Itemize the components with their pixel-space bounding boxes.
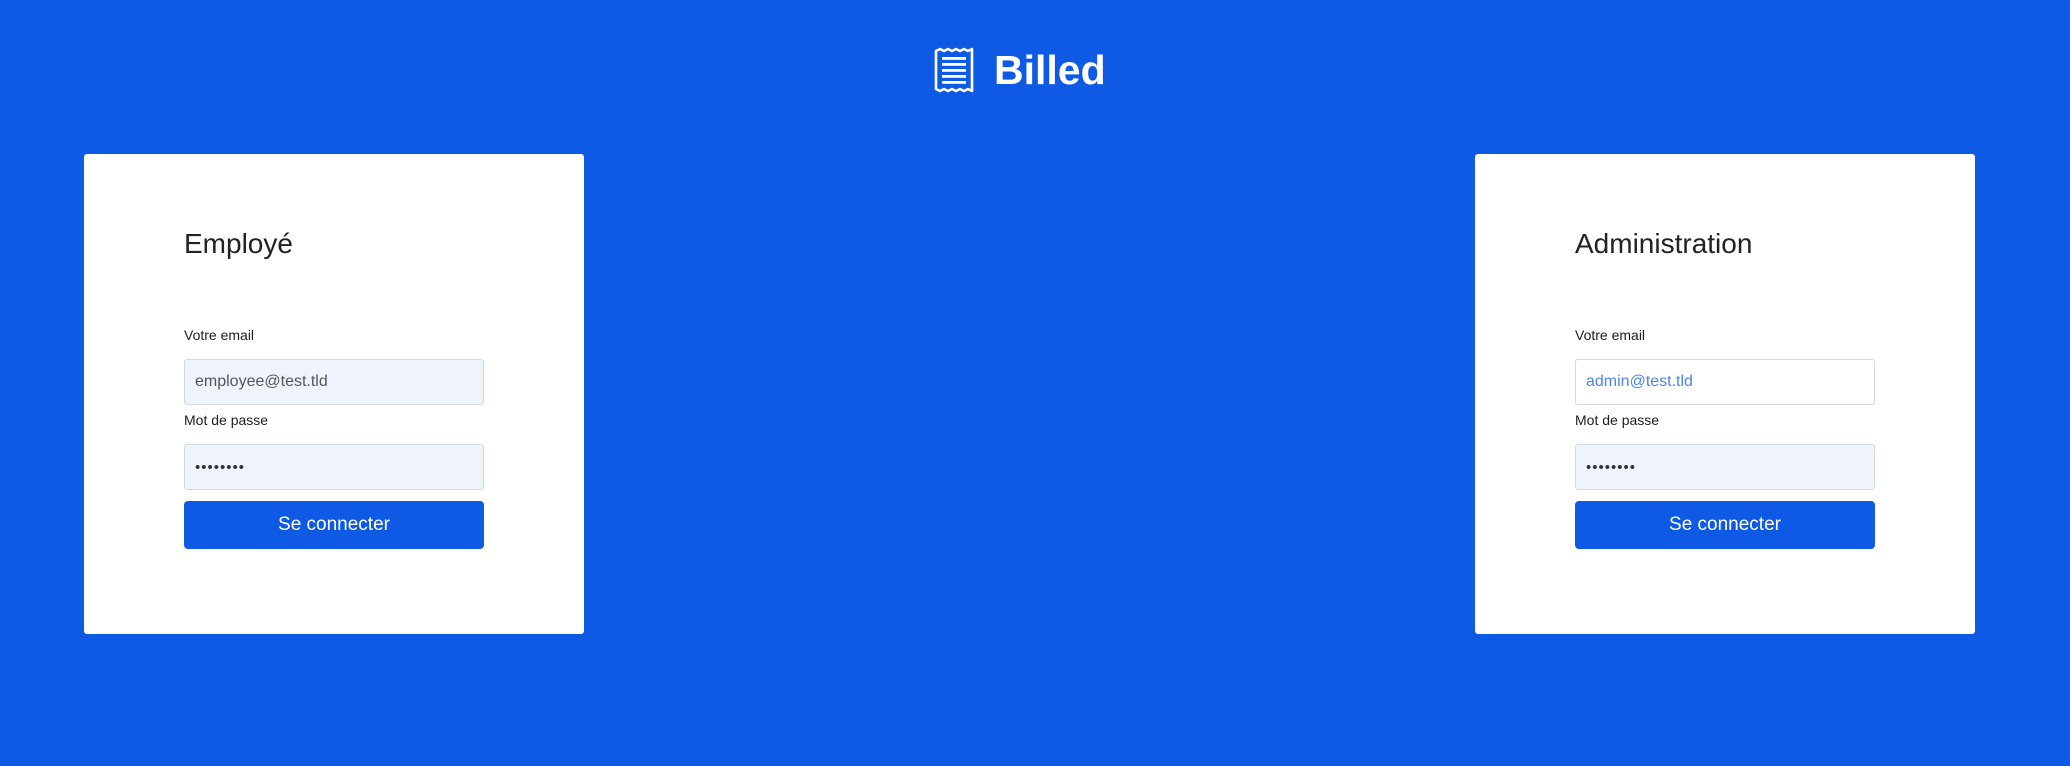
- admin-card-title: Administration: [1575, 228, 1753, 259]
- employee-login-button[interactable]: Se connecter: [184, 501, 484, 549]
- admin-login-card: Administration Votre email Mot de passe …: [1475, 154, 1975, 634]
- admin-password-label: Mot de passe: [1575, 412, 1660, 428]
- admin-email-input[interactable]: [1575, 359, 1875, 405]
- employee-login-card: Employé Votre email Mot de passe Se conn…: [84, 154, 584, 634]
- brand-header: Billed: [932, 46, 1106, 94]
- admin-login-button[interactable]: Se connecter: [1575, 501, 1875, 549]
- employee-email-input[interactable]: [184, 359, 484, 405]
- brand-name: Billed: [994, 46, 1106, 93]
- admin-email-label: Votre email: [1575, 327, 1646, 343]
- admin-password-input[interactable]: [1575, 444, 1875, 490]
- receipt-icon: [934, 47, 974, 93]
- employee-password-input[interactable]: [184, 444, 484, 490]
- employee-email-label: Votre email: [184, 327, 255, 343]
- employee-card-title: Employé: [184, 228, 293, 259]
- employee-password-label: Mot de passe: [184, 412, 269, 428]
